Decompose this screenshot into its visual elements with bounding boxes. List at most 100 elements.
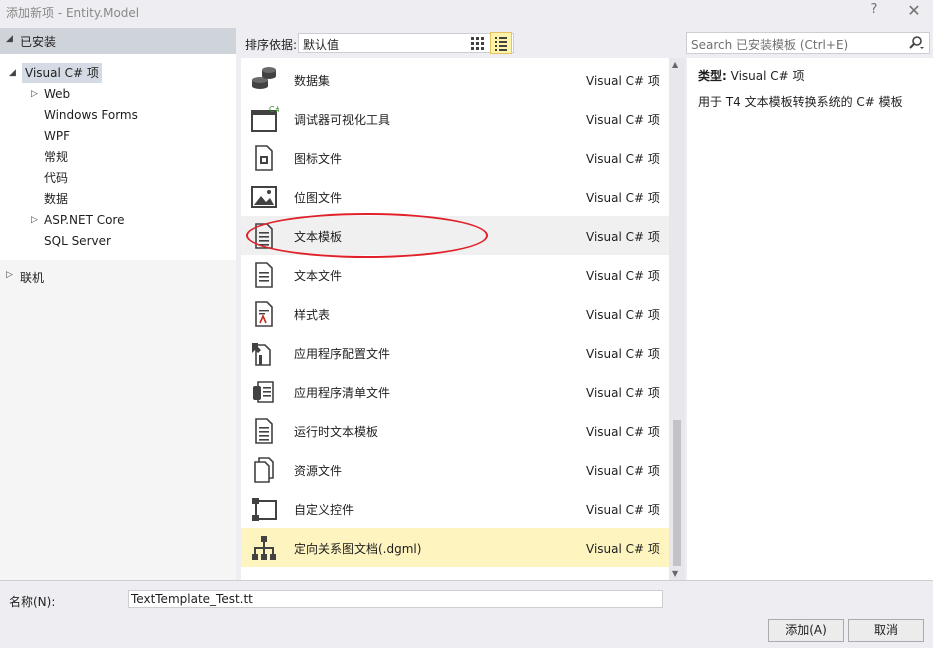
installed-header[interactable]: ◢ 已安装 [0,28,236,54]
item-name: 文本文件 [294,269,343,283]
text-file-icon [255,262,273,288]
tree-item-general[interactable]: 常规 [44,147,68,167]
installed-label: 已安装 [20,35,57,49]
tree-item-label: Web [44,87,71,101]
sort-label: 排序依据: [245,38,298,52]
name-field[interactable]: TextTemplate_Test.tt [128,590,663,608]
bitmap-icon [251,186,277,208]
title-bar: 添加新项 - Entity.Model ? ✕ [0,0,933,26]
list-item[interactable]: 文本文件 Visual C# 项 [241,255,669,294]
list-item[interactable]: 数据集 Visual C# 项 [241,60,669,99]
online-label: 联机 [20,271,45,285]
item-type: Visual C# 项 [586,308,660,322]
list-item[interactable]: 位图文件 Visual C# 项 [241,177,669,216]
list-item[interactable]: 应用程序配置文件 Visual C# 项 [241,333,669,372]
stylesheet-icon [255,301,273,327]
item-name: 数据集 [294,74,331,88]
list-item[interactable]: C# 调试器可视化工具 Visual C# 项 [241,99,669,138]
tree-item-label: 常规 [44,150,69,164]
annotation-circle [246,213,488,258]
collapsed-triangle-icon: ▷ [31,89,38,99]
scroll-down-icon[interactable]: ▼ [672,569,678,578]
item-name: 运行时文本模板 [294,425,379,439]
details-description: 用于 T4 文本模板转换系统的 C# 模板 [698,95,903,109]
search-icon[interactable] [907,35,925,51]
list-item[interactable]: 定向关系图文档(.dgml) Visual C# 项 [241,528,669,567]
list-scrollbar[interactable]: ▲ ▼ [669,58,685,580]
tree-item-data[interactable]: 数据 [44,189,68,209]
tree-item-code[interactable]: 代码 [44,168,68,188]
name-label: 名称(N): [9,595,56,609]
item-type: Visual C# 项 [586,347,660,361]
bottom-bar: 名称(N): TextTemplate_Test.tt 添加(A) 取消 [0,580,933,648]
svg-text:C#: C# [269,105,279,114]
item-type: Visual C# 项 [586,74,660,88]
details-pane: 类型: Visual C# 项 用于 T4 文本模板转换系统的 C# 模板 [687,58,933,580]
list-item[interactable]: 资源文件 Visual C# 项 [241,450,669,489]
list-item[interactable]: 自定义控件 Visual C# 项 [241,489,669,528]
search-input[interactable]: Search 已安装模板 (Ctrl+E) [686,32,930,54]
tree-item-online[interactable]: ▷ 联机 [0,266,236,288]
list-item[interactable]: 样式表 Visual C# 项 [241,294,669,333]
dataset-icon [252,67,276,89]
tree-item-label: WPF [44,129,71,143]
list-item[interactable]: 运行时文本模板 Visual C# 项 [241,411,669,450]
tree-item-label: Windows Forms [44,108,138,122]
tree-item-wpf[interactable]: WPF [44,126,70,146]
tree-item-label: Visual C# 项 [25,66,99,80]
category-tree: ◢ Visual C# 项 ▷ Web Windows Forms WPF 常规… [0,54,236,260]
app-manifest-icon [253,381,274,403]
resource-file-icon [254,457,274,483]
icon-file-icon [255,145,273,171]
tree-item-visual-csharp[interactable]: ◢ Visual C# 项 [9,63,102,83]
tree-item-label: 代码 [44,171,69,185]
tree-item-sql-server[interactable]: SQL Server [44,231,111,251]
tree-item-aspnet-core[interactable]: ▷ ASP.NET Core [31,210,125,230]
app-config-icon [252,343,271,366]
runtime-text-template-icon [255,418,273,444]
category-pane: ◢ 已安装 ◢ Visual C# 项 ▷ Web Windows Forms … [0,28,236,580]
add-button[interactable]: 添加(A) [768,619,844,642]
item-type: Visual C# 项 [586,503,660,517]
debugger-visualizer-icon: C# [251,105,279,132]
item-type: Visual C# 项 [586,230,660,244]
tree-item-label: 数据 [44,192,69,206]
collapsed-triangle-icon: ▷ [31,215,38,225]
item-type: Visual C# 项 [586,269,660,283]
list-item[interactable]: 图标文件 Visual C# 项 [241,138,669,177]
item-type: Visual C# 项 [586,542,660,556]
list-view-button[interactable] [490,32,512,54]
grid-view-button[interactable] [466,32,488,54]
item-type: Visual C# 项 [586,425,660,439]
item-name: 调试器可视化工具 [294,113,391,127]
grid-view-icon [471,37,484,50]
help-button[interactable]: ? [864,2,884,22]
collapsed-triangle-icon: ▷ [6,270,13,280]
item-name: 自定义控件 [294,503,355,517]
template-list: 数据集 Visual C# 项 C# 调试器可视化工具 Visual C# 项 … [241,58,669,580]
sort-value: 默认值 [303,38,340,52]
item-type: Visual C# 项 [586,152,660,166]
close-icon[interactable]: ✕ [903,1,925,23]
dgml-icon [252,536,276,560]
custom-control-icon [252,498,277,521]
item-name: 应用程序清单文件 [294,386,391,400]
tree-item-web[interactable]: ▷ Web [31,84,71,104]
item-type: Visual C# 项 [586,113,660,127]
tree-item-label: ASP.NET Core [44,213,125,227]
cancel-button[interactable]: 取消 [848,619,924,642]
item-type: Visual C# 项 [586,386,660,400]
item-name: 资源文件 [294,464,343,478]
item-name: 位图文件 [294,191,343,205]
tree-item-windows-forms[interactable]: Windows Forms [44,105,138,125]
item-type: Visual C# 项 [586,191,660,205]
scroll-thumb[interactable] [673,420,681,566]
item-name: 定向关系图文档(.dgml) [294,542,422,556]
expanded-triangle-icon: ◢ [9,68,16,78]
list-toolbar: 排序依据: 默认值 ▼ [240,28,680,58]
item-name: 应用程序配置文件 [294,347,391,361]
list-item[interactable]: 应用程序清单文件 Visual C# 项 [241,372,669,411]
scroll-up-icon[interactable]: ▲ [672,60,678,69]
item-name: 样式表 [294,308,331,322]
tree-item-label: SQL Server [44,234,111,248]
